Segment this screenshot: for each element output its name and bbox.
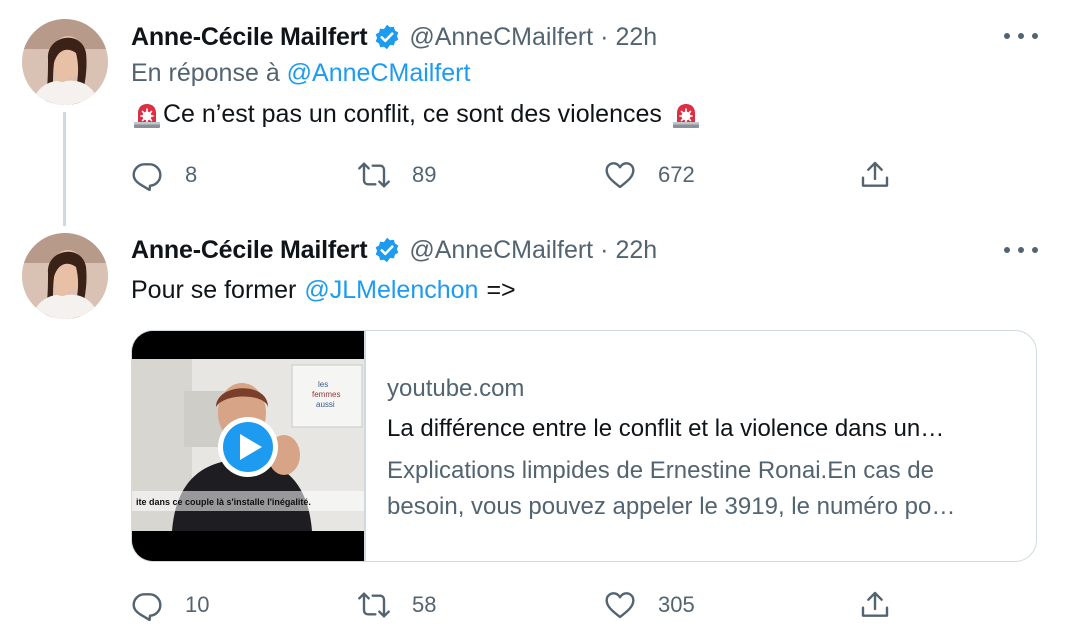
tweet-time[interactable]: 22h (615, 236, 657, 265)
retweet-count: 89 (412, 162, 437, 187)
retweet-icon (358, 162, 390, 188)
more-icon[interactable] (1004, 238, 1038, 262)
tweet-text-body: Ce n’est pas un conflit, ce sont des vio… (163, 99, 662, 128)
reply-count: 8 (185, 162, 198, 187)
tweet-time[interactable]: 22h (615, 23, 657, 52)
verified-badge-icon (373, 236, 401, 264)
tweet-text: Ce n’est pas un conflit, ce sont des vio… (131, 98, 702, 130)
avatar[interactable] (22, 19, 108, 105)
author-name[interactable]: Anne-Cécile Mailfert (131, 236, 368, 265)
heart-icon (605, 162, 635, 189)
share-icon (861, 161, 889, 187)
poster-text: femmes (312, 390, 340, 399)
retweet-button[interactable]: 89 (358, 155, 436, 195)
reply-button[interactable]: 8 (131, 155, 197, 195)
mention-link[interactable]: @JLMelenchon (304, 276, 478, 305)
reply-mention-link[interactable]: @AnneCMailfert (287, 59, 471, 87)
tweet-header: Anne-Cécile Mailfert @AnneCMailfert · 22… (131, 19, 657, 55)
tweet-header: Anne-Cécile Mailfert @AnneCMailfert · 22… (131, 232, 657, 268)
retweet-button[interactable]: 58 (358, 585, 436, 625)
reply-icon (132, 593, 162, 621)
card-description: Explications limpides de Ernestine Ronai… (387, 453, 1017, 525)
like-button[interactable]: 672 (604, 155, 695, 195)
card-domain: youtube.com (387, 375, 525, 402)
share-button[interactable] (859, 585, 891, 625)
share-icon (861, 591, 889, 617)
tweet-actions: 8 89 672 (131, 155, 911, 195)
card-body: youtube.com La différence entre le confl… (387, 375, 1017, 525)
reply-count: 10 (185, 592, 210, 617)
like-count: 305 (658, 592, 695, 617)
author-name[interactable]: Anne-Cécile Mailfert (131, 23, 368, 52)
video-thumbnail[interactable]: les femmes aussi ite dans ce couple là s… (132, 331, 364, 561)
tweet-text-after: => (486, 276, 516, 304)
retweet-icon (358, 592, 390, 618)
card-description-line: besoin, vous pouvez appeler le 3919, le … (387, 493, 956, 520)
tweet-actions: 10 58 305 (131, 585, 911, 625)
link-card[interactable]: les femmes aussi ite dans ce couple là s… (131, 330, 1037, 562)
tweet-text: Pour se former @JLMelenchon => (131, 276, 516, 305)
tweet-2[interactable]: Anne-Cécile Mailfert @AnneCMailfert · 22… (0, 226, 1068, 636)
video-subtitle: ite dans ce couple là s'installe l'inéga… (136, 497, 311, 507)
retweet-count: 58 (412, 592, 437, 617)
author-handle[interactable]: @AnneCMailfert (409, 236, 593, 265)
separator-dot: · (600, 235, 609, 264)
share-button[interactable] (859, 155, 891, 195)
thread-line (63, 112, 66, 226)
poster-text: aussi (316, 400, 335, 409)
reply-context: En réponse à @AnneCMailfert (131, 59, 470, 88)
police-siren-emoji (131, 98, 163, 130)
reply-prefix: En réponse à (131, 59, 280, 87)
reply-icon (132, 163, 162, 191)
author-handle[interactable]: @AnneCMailfert (409, 23, 593, 52)
like-count: 672 (658, 162, 695, 187)
avatar[interactable] (22, 233, 108, 319)
tweet-1[interactable]: Anne-Cécile Mailfert @AnneCMailfert · 22… (0, 0, 1068, 226)
card-title: La différence entre le conflit et la vio… (387, 415, 945, 442)
tweet-text-before: Pour se former (131, 276, 297, 304)
like-button[interactable]: 305 (604, 585, 695, 625)
poster-text: les (318, 380, 328, 389)
card-divider (364, 331, 366, 561)
separator-dot: · (600, 22, 609, 51)
police-siren-emoji (670, 98, 702, 130)
more-icon[interactable] (1004, 24, 1038, 48)
heart-icon (605, 592, 635, 619)
card-description-line: Explications limpides de Ernestine Ronai… (387, 457, 934, 484)
reply-button[interactable]: 10 (131, 585, 209, 625)
verified-badge-icon (373, 23, 401, 51)
